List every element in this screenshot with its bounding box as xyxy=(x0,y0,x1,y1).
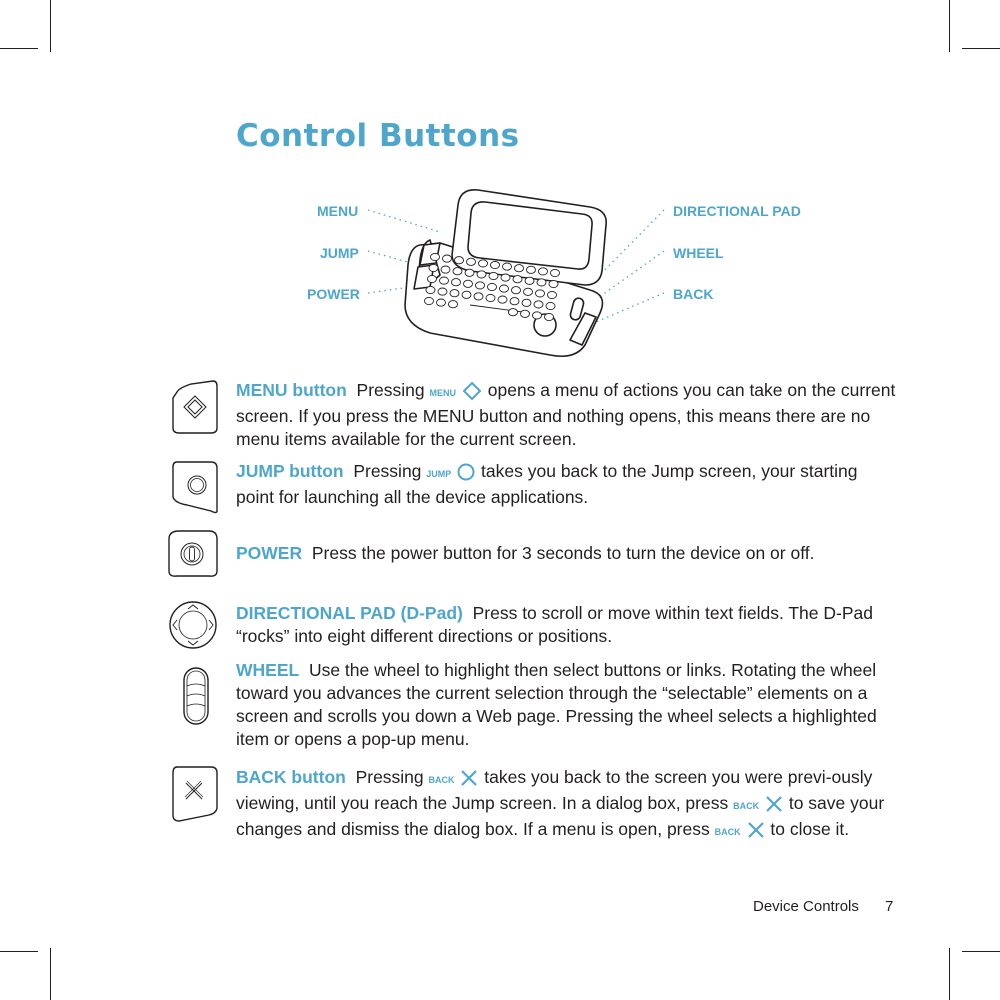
keyboard-key xyxy=(485,293,496,303)
keyboard-key xyxy=(500,273,511,282)
keyboard-key xyxy=(545,301,556,311)
keyboard-key xyxy=(497,295,508,304)
entry-text: Pressing xyxy=(355,767,429,787)
entry-keyword: MENU button xyxy=(236,380,347,400)
keyboard-key xyxy=(502,262,512,271)
keyboard-key xyxy=(526,265,536,274)
keyboard-key xyxy=(440,265,451,274)
jump-circle-icon xyxy=(457,463,475,481)
keyboard-key xyxy=(512,275,523,284)
keyboard-key xyxy=(424,296,434,306)
keyboard-key xyxy=(532,311,542,320)
keyboard-key xyxy=(536,278,547,287)
keyboard-key xyxy=(428,263,439,273)
entry-text: Pressing xyxy=(356,380,430,400)
inline-key-label: MENU xyxy=(429,388,457,398)
keyboard-key xyxy=(463,279,473,288)
keyboard-key xyxy=(514,264,524,273)
keyboard-key xyxy=(442,254,452,263)
keyboard-key xyxy=(448,300,458,309)
entry-jump: JUMP button Pressing JUMP takes you back… xyxy=(236,460,896,509)
entry-text: Pressing xyxy=(353,461,427,481)
entry-dpad: DIRECTIONAL PAD (D-Pad) Press to scroll … xyxy=(236,602,896,648)
back-button-illustration xyxy=(165,763,221,828)
entry-back: BACK button Pressing BACK takes you back… xyxy=(236,766,896,844)
entry-text: Use the wheel to highlight then select b… xyxy=(236,660,877,749)
device-illustration xyxy=(404,188,607,358)
keyboard-key xyxy=(449,289,460,298)
keyboard-key xyxy=(461,290,472,299)
crop-mark xyxy=(962,951,1000,952)
keyboard-key xyxy=(550,268,560,278)
keyboard-key xyxy=(535,289,545,298)
keyboard-key xyxy=(478,259,488,268)
keyboard-key xyxy=(511,286,521,295)
keyboard-key xyxy=(533,300,544,309)
dpad-illustration xyxy=(165,597,221,658)
keyboard-key xyxy=(436,298,446,307)
back-x-icon xyxy=(766,796,782,813)
keyboard-key xyxy=(425,285,436,295)
menu-button-illustration xyxy=(165,378,221,443)
keyboard-key xyxy=(488,271,499,281)
entry-wheel: WHEEL Use the wheel to highlight then se… xyxy=(236,659,896,751)
footer-section: Device Controls xyxy=(753,898,859,915)
entry-keyword: JUMP button xyxy=(236,461,344,481)
keyboard-key xyxy=(451,278,461,287)
keyboard-key xyxy=(508,308,518,317)
keyboard-key xyxy=(521,298,532,307)
keyboard-key xyxy=(473,292,484,301)
entry-keyword: BACK button xyxy=(236,767,346,787)
inline-key-label: BACK xyxy=(714,827,741,837)
crop-mark xyxy=(50,948,51,1000)
power-button-illustration xyxy=(165,527,221,588)
back-x-icon xyxy=(461,770,478,787)
wheel-illustration xyxy=(178,664,214,733)
inline-key-label: JUMP xyxy=(426,469,452,479)
crop-mark xyxy=(0,951,38,952)
keyboard-key xyxy=(523,287,533,296)
inline-key-label: BACK xyxy=(428,775,455,785)
crop-mark xyxy=(949,948,950,1000)
entry-power: POWER Press the power button for 3 secon… xyxy=(236,542,896,565)
keyboard-key xyxy=(475,281,485,290)
keyboard-key xyxy=(427,274,437,284)
keyboard-key xyxy=(464,268,475,277)
keyboard-key xyxy=(476,270,487,279)
keyboard-key xyxy=(509,297,520,306)
back-x-icon xyxy=(747,822,764,839)
keyboard-key xyxy=(439,276,449,285)
keyboard-key xyxy=(547,290,557,300)
menu-diamond-icon xyxy=(462,381,482,401)
entry-menu: MENU button Pressing MENU opens a menu o… xyxy=(236,379,896,451)
keyboard-key xyxy=(452,267,463,276)
keyboard-key xyxy=(524,276,535,285)
keyboard-key xyxy=(430,252,440,262)
keyboard-key xyxy=(437,287,448,296)
keyboard-key xyxy=(466,257,476,266)
keyboard-key xyxy=(487,282,497,292)
keyboard-key xyxy=(538,267,548,276)
entry-keyword: DIRECTIONAL PAD (D-Pad) xyxy=(236,603,463,623)
keyboard-key xyxy=(520,309,530,318)
entry-keyword: WHEEL xyxy=(236,660,300,680)
keyboard-key xyxy=(454,256,464,265)
keyboard-key xyxy=(490,260,500,270)
footer-page-number: 7 xyxy=(885,898,894,915)
keyboard-key xyxy=(548,279,559,289)
entry-text: Press the power button for 3 seconds to … xyxy=(311,543,815,563)
entry-keyword: POWER xyxy=(236,543,303,563)
entry-text: to close it. xyxy=(770,819,850,839)
jump-button-illustration xyxy=(165,457,221,522)
keyboard-key xyxy=(499,284,509,293)
keyboard-key xyxy=(544,312,554,322)
inline-key-label: BACK xyxy=(733,801,760,811)
